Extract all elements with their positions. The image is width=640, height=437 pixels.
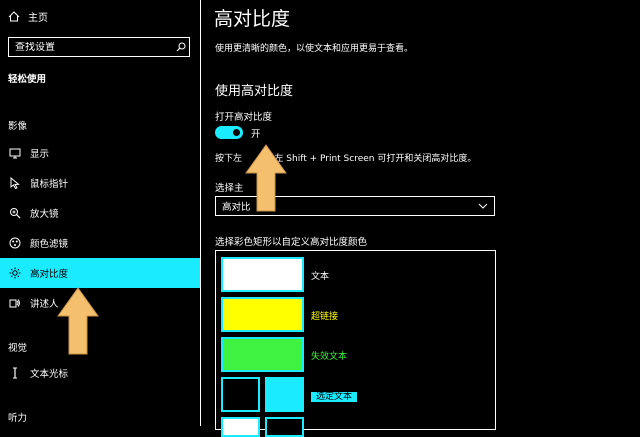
swatch-label-hyperlink: 超链接 [311,312,339,322]
search-icon[interactable] [173,38,189,56]
swatch-disabled-text[interactable] [221,337,304,372]
chevron-down-icon [478,203,488,209]
search-input[interactable] [9,41,173,53]
search-box[interactable] [8,37,190,57]
arrow-annotation-toggle [245,144,287,212]
sidebar-item-label: 放大镜 [30,209,59,220]
sidebar-item-label: 文本光标 [30,369,69,380]
page-title: 高对比度 [214,8,291,30]
brightness-icon [8,266,22,280]
swatch-hyperlink[interactable] [221,297,304,332]
sidebar-item-mouse-pointer[interactable]: 鼠标指针 [0,168,200,198]
magnifier-icon [8,206,22,220]
section-hearing: 听力 [8,413,28,424]
page-description: 使用更清晰的颜色，以使文本和应用更易于查看。 [215,44,414,54]
section-vision: 影像 [8,121,28,132]
sidebar-item-label: 颜色滤镜 [30,239,69,250]
toggle-label: 打开高对比度 [215,112,273,123]
swatch-selected-fg[interactable] [265,377,304,412]
color-swatches-panel: 文本 超链接 失效文本 选定文本 [215,250,496,437]
sidebar: 主页 轻松使用 影像 显示 鼠标指针 放大镜 颜色滤镜 [0,0,201,426]
mouse-pointer-icon [8,176,22,190]
color-filter-icon [8,236,22,250]
arrow-annotation-sidebar [57,287,99,355]
sidebar-item-magnifier[interactable]: 放大镜 [0,198,200,228]
section-interaction: 视觉 [8,343,28,354]
sidebar-item-color-filter[interactable]: 颜色滤镜 [0,228,200,258]
theme-label: 选择主 [215,183,244,194]
swatch-label-disabled-text: 失效文本 [311,352,348,362]
sidebar-item-narrator[interactable]: 讲述人 [0,288,200,318]
hint-start: 按下左 [215,154,243,164]
sidebar-item-label: 鼠标指针 [30,179,69,190]
swatch-text[interactable] [221,257,304,292]
hint-end: + 左 Shift + Print Screen 可打开和关闭高对比度。 [264,154,477,164]
category-title: 轻松使用 [8,74,47,85]
home-icon [8,11,20,22]
monitor-icon [8,146,22,160]
swatch-label-text: 文本 [311,272,330,282]
sidebar-item-label: 讲述人 [30,299,59,310]
sidebar-item-display[interactable]: 显示 [0,138,200,168]
main-content: 高对比度 使用更清晰的颜色，以使文本和应用更易于查看。 使用高对比度 打开高对比… [201,0,640,437]
color-picker-label: 选择彩色矩形以自定义高对比度颜色 [215,237,368,248]
sidebar-item-text-cursor[interactable]: 文本光标 [0,358,200,388]
sidebar-item-high-contrast[interactable]: 高对比度 [0,258,200,288]
toggle-knob [233,129,240,136]
swatch-selected-bg[interactable] [221,377,260,412]
sidebar-item-label: 显示 [30,149,50,160]
selected-text-sample: 选定文本 [311,392,358,402]
swatch-button-fg[interactable] [265,417,304,437]
narrator-icon [8,296,22,310]
home-label: 主页 [28,13,48,24]
home-link[interactable]: 主页 [8,9,48,24]
toggle-state: 开 [251,129,261,140]
high-contrast-toggle[interactable] [215,126,243,139]
swatch-button-bg[interactable] [221,417,260,437]
swatch-label-selected-text: 选定文本 [311,389,358,402]
text-cursor-icon [8,366,22,380]
sidebar-item-label: 高对比度 [30,269,69,280]
section-title: 使用高对比度 [215,84,294,99]
